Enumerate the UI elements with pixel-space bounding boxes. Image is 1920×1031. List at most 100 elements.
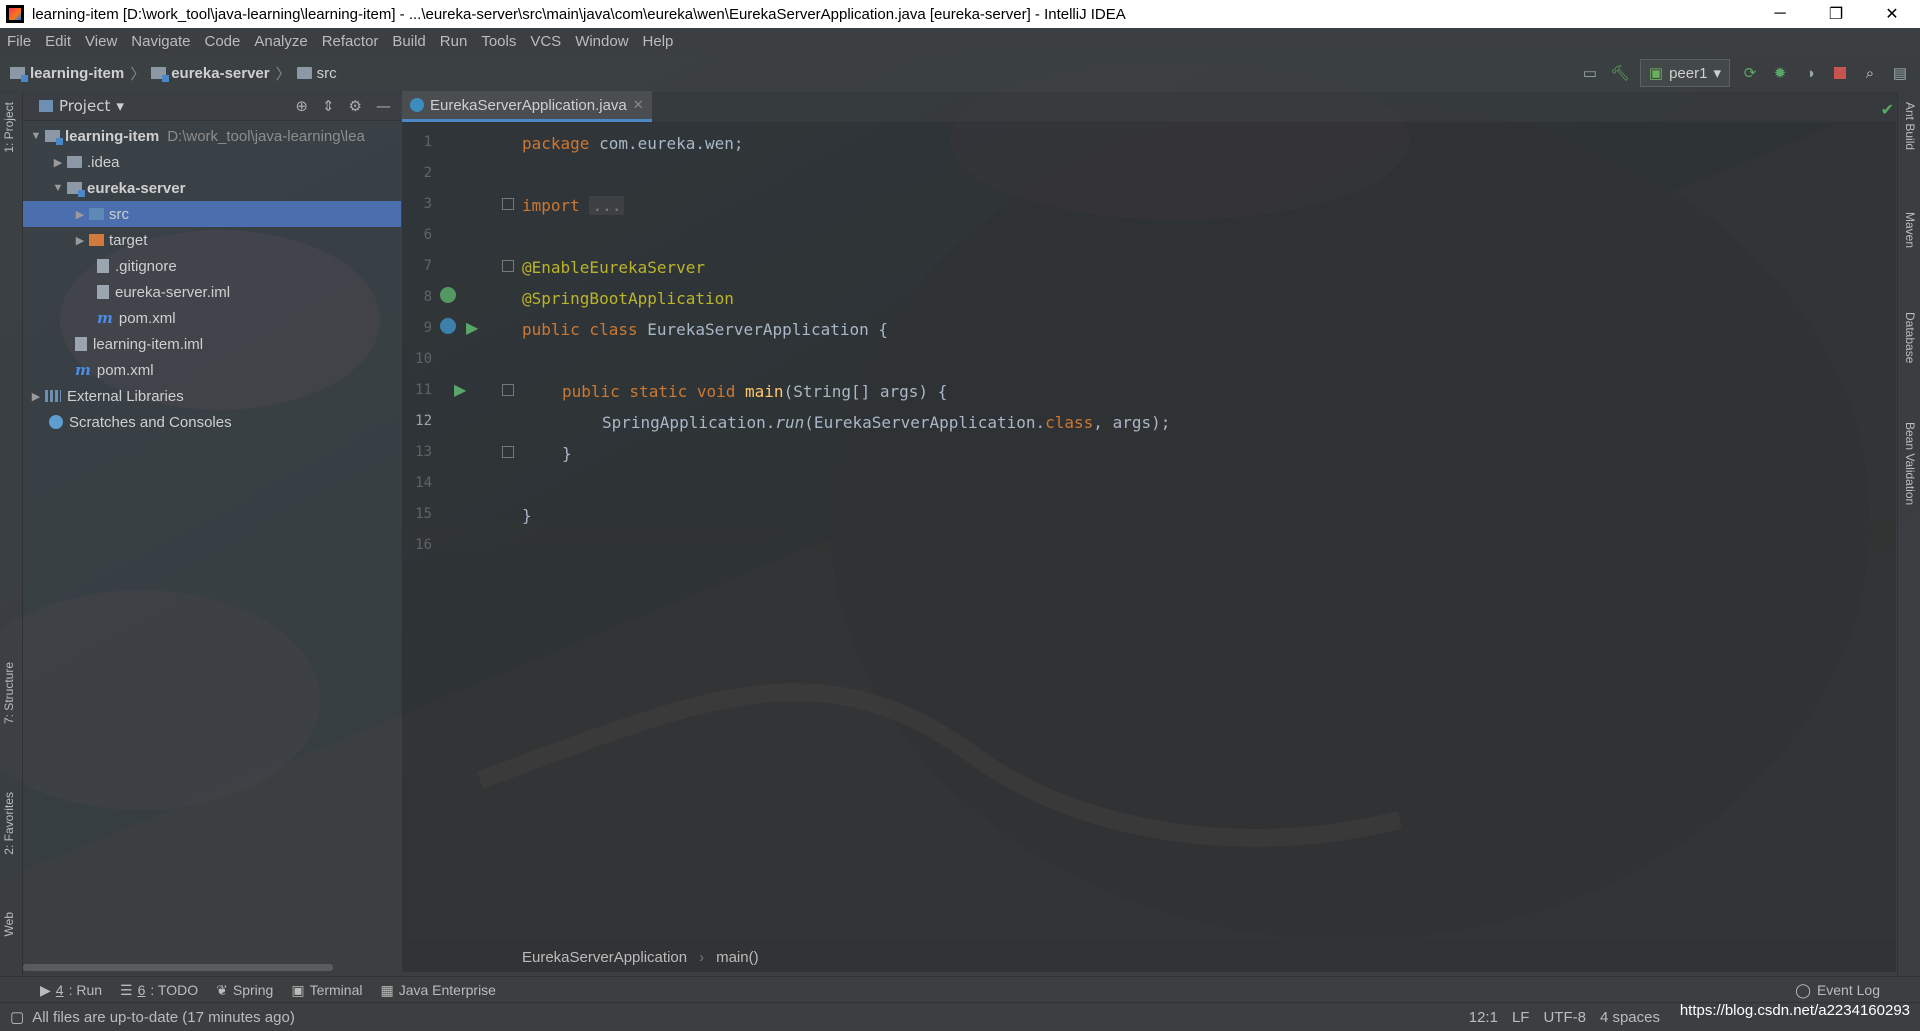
folded-imports[interactable]: ... <box>589 196 625 215</box>
line-number: 14 <box>415 475 432 491</box>
java-enterprise-tool-button[interactable]: ▦ Java Enterprise <box>380 982 496 999</box>
editor-tab-eureka-server-application[interactable]: EurekaServerApplication.java ✕ <box>402 91 652 122</box>
terminal-tool-button[interactable]: ▣ Terminal <box>291 982 362 999</box>
maven-tool-tab[interactable]: Maven <box>1903 212 1917 248</box>
tree-item-idea[interactable]: ▶ .idea <box>23 149 401 175</box>
collapsed-arrow-icon[interactable]: ▶ <box>71 208 89 221</box>
project-structure-icon[interactable]: ▤ <box>1890 63 1910 83</box>
tree-item-eureka-server-iml[interactable]: eureka-server.iml <box>23 279 401 305</box>
window-title: learning-item [D:\work_tool\java-learnin… <box>32 5 1126 23</box>
spring-boot-gutter-icon[interactable] <box>440 318 456 334</box>
menu-analyze[interactable]: Analyze <box>247 33 314 50</box>
locate-icon[interactable]: ⊕ <box>295 97 308 115</box>
tree-item-learning-item-iml[interactable]: learning-item.iml <box>23 331 401 357</box>
bean-validation-tool-tab[interactable]: Bean Validation <box>1903 422 1917 505</box>
tree-item-pom-xml[interactable]: m pom.xml <box>23 305 401 331</box>
menu-tools[interactable]: Tools <box>474 33 523 50</box>
tree-item-root-pom-xml[interactable]: m pom.xml <box>23 357 401 383</box>
database-tool-tab[interactable]: Database <box>1903 312 1917 363</box>
menu-vcs[interactable]: VCS <box>523 33 568 50</box>
run-class-icon[interactable]: ▶ <box>466 318 478 337</box>
layout-icon[interactable]: ▭ <box>1580 63 1600 83</box>
tool-label: : Run <box>68 982 103 998</box>
close-tab-icon[interactable]: ✕ <box>633 97 644 113</box>
spring-tool-button[interactable]: ❦ Spring <box>216 982 273 999</box>
code-line-12: SpringApplication.run(EurekaServerApplic… <box>602 413 1170 433</box>
event-log-icon: ◯ <box>1795 981 1811 998</box>
code-area[interactable]: package com.eureka.wen; import ... @Enab… <box>522 122 1862 942</box>
editor-crumb-method[interactable]: main() <box>716 949 759 966</box>
editor-breadcrumbs: EurekaServerApplication › main() <box>402 941 1896 972</box>
breadcrumb-src[interactable]: src <box>317 65 337 82</box>
restore-button[interactable]: ❐ <box>1808 0 1864 28</box>
web-tool-tab[interactable]: Web <box>2 912 16 936</box>
menu-view[interactable]: View <box>78 33 124 50</box>
editor-crumb-class[interactable]: EurekaServerApplication <box>522 949 687 966</box>
tree-item-target[interactable]: ▶ target <box>23 227 401 253</box>
menu-window[interactable]: Window <box>568 33 635 50</box>
debug-bug-icon[interactable]: ✹ <box>1770 63 1790 83</box>
tree-item-label: src <box>109 205 129 223</box>
build-hammer-icon[interactable]: 🔨︎ <box>1610 63 1630 83</box>
project-view-select[interactable]: Project ▾ <box>39 97 124 115</box>
menu-navigate[interactable]: Navigate <box>124 33 197 50</box>
project-tool-tab[interactable]: 1: Project <box>2 102 16 153</box>
hide-icon[interactable]: — <box>376 97 391 115</box>
structure-tool-tab[interactable]: 7: Structure <box>2 662 16 724</box>
fold-marker-icon[interactable] <box>502 446 514 458</box>
collapsed-arrow-icon[interactable]: ▶ <box>49 156 67 169</box>
collapsed-arrow-icon[interactable]: ▶ <box>71 234 89 247</box>
fold-marker-icon[interactable] <box>502 384 514 396</box>
tree-item-eureka-server[interactable]: ▼ eureka-server <box>23 175 401 201</box>
menu-file[interactable]: File <box>0 33 38 50</box>
collapse-all-icon[interactable]: ⇕ <box>322 97 335 115</box>
tree-item-learning-item[interactable]: ▼ learning-item D:\work_tool\java-learni… <box>23 123 401 149</box>
collapsed-arrow-icon[interactable]: ▶ <box>27 390 45 403</box>
event-log-button[interactable]: ◯ Event Log <box>1795 982 1880 999</box>
spring-bean-gutter-icon[interactable] <box>440 287 456 303</box>
run-configuration-select[interactable]: ▣ peer1 ▾ <box>1639 59 1730 87</box>
close-window-button[interactable]: ✕ <box>1864 0 1920 28</box>
minimize-button[interactable]: ─ <box>1752 0 1808 28</box>
status-toggle-icon[interactable]: ▢ <box>10 1008 24 1026</box>
tool-label: Terminal <box>309 982 363 998</box>
ant-build-tool-tab[interactable]: Ant Build <box>1903 102 1917 150</box>
project-tree: ▼ learning-item D:\work_tool\java-learni… <box>23 121 401 435</box>
code-line-1: package com.eureka.wen; <box>522 134 744 154</box>
menu-edit[interactable]: Edit <box>38 33 78 50</box>
stop-icon[interactable] <box>1830 63 1850 83</box>
fold-marker-icon[interactable] <box>502 198 514 210</box>
indent-setting[interactable]: 4 spaces <box>1600 1009 1660 1026</box>
tree-item-gitignore[interactable]: .gitignore <box>23 253 401 279</box>
breadcrumb-project[interactable]: learning-item <box>30 65 124 82</box>
file-encoding[interactable]: UTF-8 <box>1543 1009 1586 1026</box>
expanded-arrow-icon[interactable]: ▼ <box>27 130 45 142</box>
breadcrumb-module[interactable]: eureka-server <box>171 65 269 82</box>
todo-tool-button[interactable]: ☰ 6: TODO <box>120 982 198 999</box>
favorites-tool-tab[interactable]: 2: Favorites <box>2 792 16 855</box>
run-tool-button[interactable]: ▶ 4: Run <box>40 982 102 999</box>
breadcrumb-separator: › <box>699 948 705 966</box>
coverage-icon[interactable]: ◑ <box>1800 63 1820 83</box>
line-separator[interactable]: LF <box>1512 1009 1530 1026</box>
fold-marker-icon[interactable] <box>502 260 514 272</box>
tree-item-src[interactable]: ▶ src <box>23 201 401 227</box>
menu-code[interactable]: Code <box>197 33 247 50</box>
expanded-arrow-icon[interactable]: ▼ <box>49 182 67 194</box>
caret-position[interactable]: 12:1 <box>1469 1009 1498 1026</box>
search-icon[interactable]: ⌕ <box>1860 63 1880 83</box>
menu-run[interactable]: Run <box>433 33 475 50</box>
run-main-icon[interactable]: ▶ <box>454 380 466 399</box>
horizontal-scrollbar[interactable] <box>23 964 333 971</box>
tree-item-external-libraries[interactable]: ▶ External Libraries <box>23 383 401 409</box>
menu-bar: File Edit View Navigate Code Analyze Ref… <box>0 28 1920 54</box>
menu-build[interactable]: Build <box>385 33 432 50</box>
gear-icon[interactable]: ⚙ <box>349 97 362 115</box>
code-text: , args); <box>1093 413 1171 432</box>
rerun-icon[interactable]: ⟳ <box>1740 63 1760 83</box>
source-folder-icon <box>89 208 104 220</box>
menu-refactor[interactable]: Refactor <box>315 33 386 50</box>
inspection-ok-icon[interactable]: ✔ <box>1881 100 1894 119</box>
menu-help[interactable]: Help <box>636 33 681 50</box>
tree-item-scratches[interactable]: Scratches and Consoles <box>23 409 401 435</box>
